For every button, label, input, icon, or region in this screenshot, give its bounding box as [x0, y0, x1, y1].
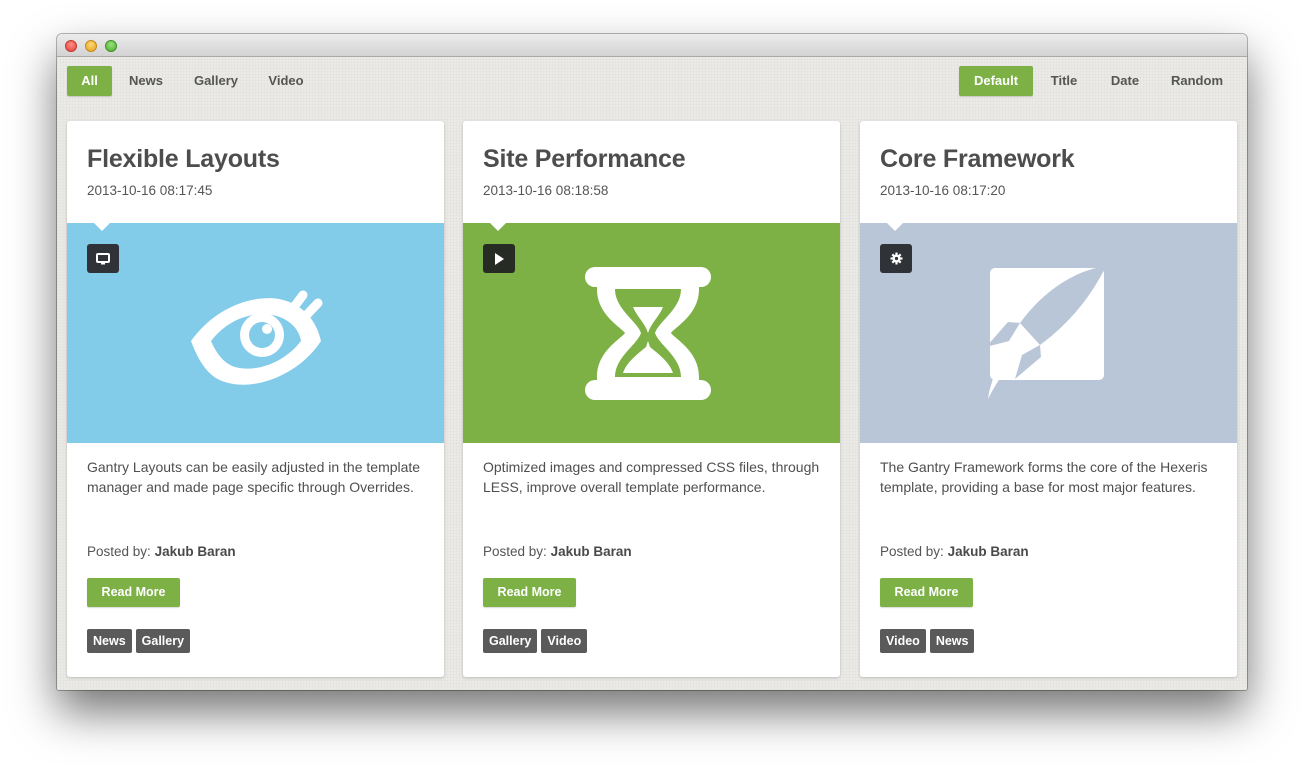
tag-video[interactable]: Video	[541, 629, 588, 653]
sort-title-button[interactable]: Title	[1039, 66, 1089, 96]
card-media[interactable]	[860, 222, 1237, 443]
filter-gallery-button[interactable]: Gallery	[183, 66, 249, 96]
tag-news[interactable]: News	[929, 629, 975, 653]
read-more-button[interactable]: Read More	[483, 578, 576, 607]
post-card: Site Performance 2013-10-16 08:18:58 Opt…	[463, 121, 840, 677]
card-author: Posted by: Jakub Baran	[483, 544, 632, 559]
posted-label: Posted by:	[880, 544, 944, 559]
card-title[interactable]: Flexible Layouts	[87, 145, 280, 174]
card-description: Optimized images and compressed CSS file…	[483, 459, 820, 495]
rocket-icon	[986, 266, 1106, 399]
card-media[interactable]	[67, 222, 444, 443]
card-title[interactable]: Site Performance	[483, 145, 686, 174]
hourglass-icon	[585, 267, 711, 400]
sort-default-button[interactable]: Default	[959, 66, 1033, 96]
filter-all-button[interactable]: All	[67, 66, 112, 96]
card-tags: News Gallery	[87, 629, 191, 653]
card-author: Posted by: Jakub Baran	[880, 544, 1029, 559]
tag-gallery[interactable]: Gallery	[483, 629, 538, 653]
window-titlebar	[57, 34, 1247, 57]
card-tags: Video News	[880, 629, 975, 653]
tag-video[interactable]: Video	[880, 629, 926, 653]
maximize-window-button[interactable]	[105, 40, 117, 52]
card-date: 2013-10-16 08:17:20	[880, 183, 1006, 198]
author-name[interactable]: Jakub Baran	[551, 544, 632, 559]
posted-label: Posted by:	[87, 544, 151, 559]
card-description: The Gantry Framework forms the core of t…	[880, 459, 1208, 495]
browser-window: All News Gallery Video Default Title Dat…	[57, 34, 1247, 690]
tag-news[interactable]: News	[87, 629, 132, 653]
post-card: Core Framework 2013-10-16 08:17:20 The G…	[860, 121, 1237, 677]
card-title[interactable]: Core Framework	[880, 145, 1075, 174]
author-name[interactable]: Jakub Baran	[948, 544, 1029, 559]
author-name[interactable]: Jakub Baran	[155, 544, 236, 559]
read-more-button[interactable]: Read More	[880, 578, 973, 607]
minimize-window-button[interactable]	[85, 40, 97, 52]
eye-icon	[191, 290, 323, 385]
posted-label: Posted by:	[483, 544, 547, 559]
sort-date-button[interactable]: Date	[1101, 66, 1149, 96]
filter-video-button[interactable]: Video	[257, 66, 315, 96]
card-description: Gantry Layouts can be easily adjusted in…	[87, 459, 421, 495]
page-content: All News Gallery Video Default Title Dat…	[57, 57, 1247, 690]
sort-random-button[interactable]: Random	[1161, 66, 1233, 96]
card-date: 2013-10-16 08:18:58	[483, 183, 609, 198]
card-author: Posted by: Jakub Baran	[87, 544, 236, 559]
read-more-button[interactable]: Read More	[87, 578, 180, 607]
card-tags: Gallery Video	[483, 629, 588, 653]
close-window-button[interactable]	[65, 40, 77, 52]
tag-gallery[interactable]: Gallery	[135, 629, 191, 653]
card-date: 2013-10-16 08:17:45	[87, 183, 213, 198]
card-media[interactable]	[463, 222, 840, 443]
post-card: Flexible Layouts 2013-10-16 08:17:45 Gan…	[67, 121, 444, 677]
filter-news-button[interactable]: News	[119, 66, 173, 96]
